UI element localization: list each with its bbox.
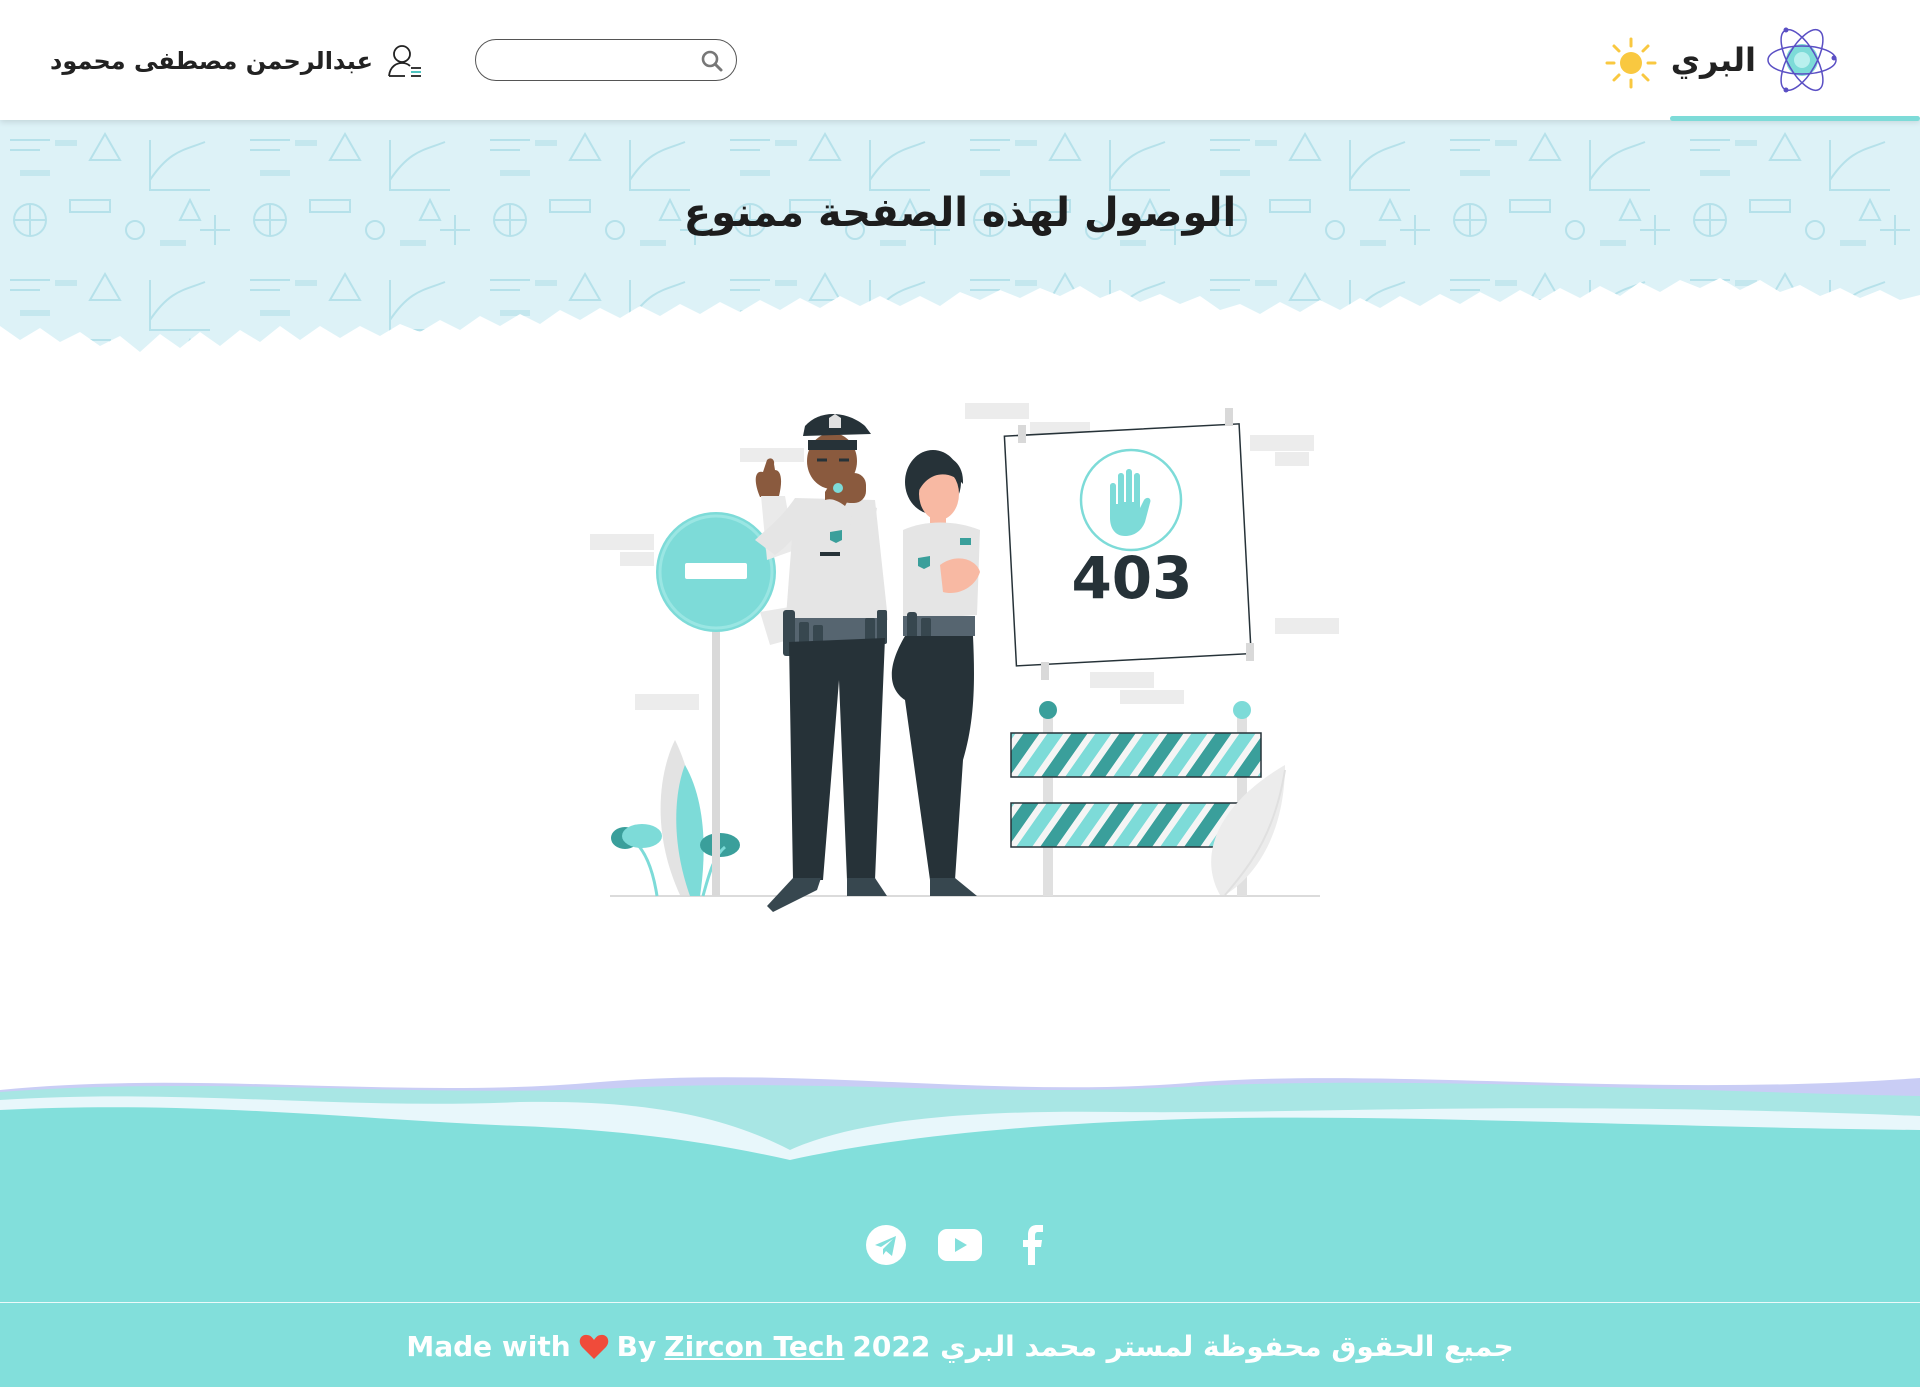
page: البري عبدالرحمن مصطفى محمود الوصول لهذه … [0,0,1920,1387]
telegram-link[interactable] [863,1222,909,1268]
math-pattern-background [0,120,1920,352]
error-code: 403 [1071,544,1192,612]
youtube-icon [938,1229,982,1261]
copyright-text: جميع الحقوق محفوظة لمستر محمد البري 2022 [852,1330,1514,1363]
youtube-link[interactable] [937,1222,983,1268]
brand[interactable]: البري [1671,22,1840,98]
telegram-icon [866,1225,906,1265]
brand-name: البري [1670,41,1756,79]
by-label: By [616,1330,657,1363]
search-input[interactable] [490,46,690,74]
search-icon[interactable] [700,49,724,73]
facebook-link[interactable] [1011,1222,1057,1268]
hero-banner [0,120,1920,410]
police-403-illustration: 403 [590,403,1339,912]
user-list-icon[interactable] [387,42,425,80]
user-menu[interactable]: عبدالرحمن مصطفى محمود [50,38,425,84]
user-name[interactable]: عبدالرحمن مصطفى محمود [50,47,373,75]
atom-logo-icon [1767,27,1837,93]
page-title: الوصول لهذه الصفحة ممنوع [683,190,1237,236]
footer-divider [0,1302,1920,1303]
active-underline [1670,116,1920,121]
made-with-label: Made with [406,1330,571,1363]
company-link[interactable]: Zircon Tech [664,1330,844,1363]
navbar: البري عبدالرحمن مصطفى محمود [0,0,1920,121]
facebook-icon [1023,1225,1043,1265]
footer-credits: Made with By Zircon Tech جميع الحقوق محف… [0,1330,1920,1363]
search-box[interactable] [475,39,737,81]
sun-icon[interactable] [1604,36,1658,90]
heart-icon [579,1334,608,1359]
made-with-credit: Made with By Zircon Tech [406,1330,844,1363]
social-links [0,1222,1920,1268]
